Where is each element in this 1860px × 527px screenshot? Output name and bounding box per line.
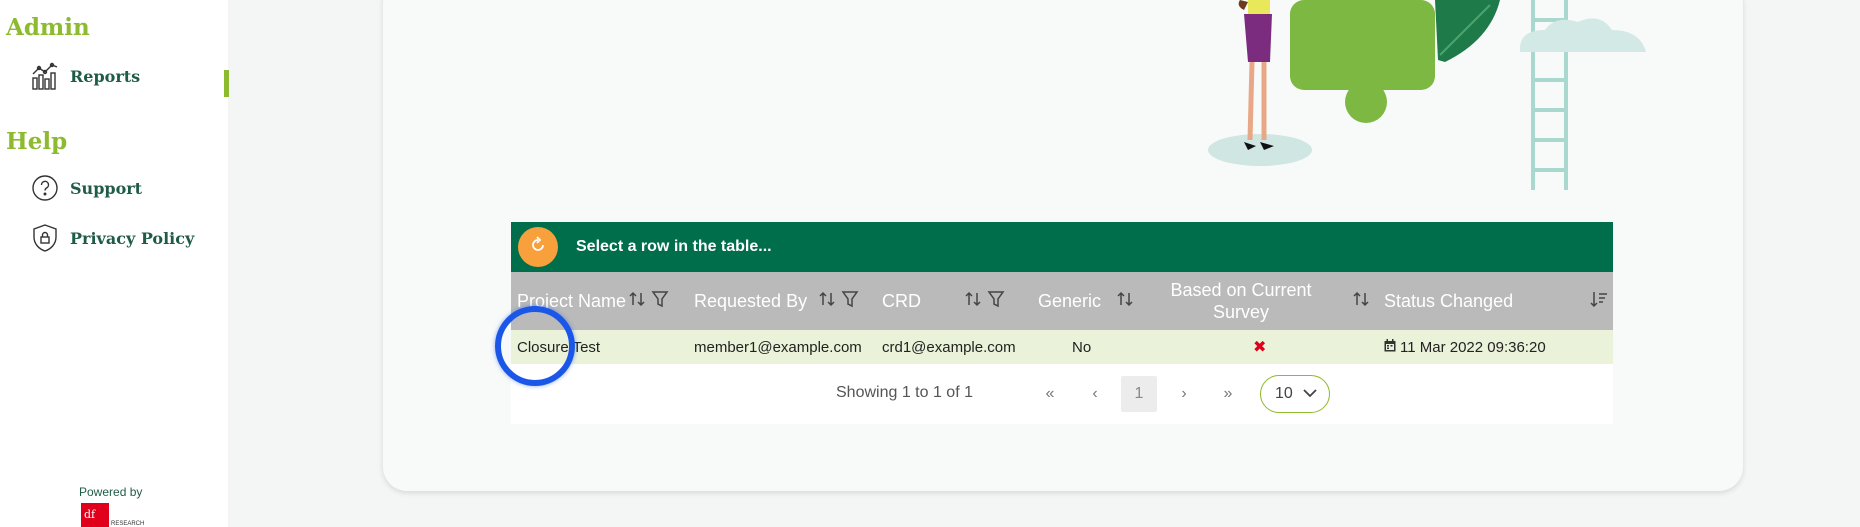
next-page-button[interactable]: ›: [1166, 376, 1202, 412]
cell-requested-by: member1@example.com: [694, 338, 862, 356]
admin-section-title: Admin: [6, 14, 90, 41]
status-changed-value: 11 Mar 2022 09:36:20: [1400, 338, 1546, 356]
sort-icon[interactable]: [627, 289, 647, 314]
cell-status-changed: 11 Mar 2022 09:36:20: [1384, 330, 1546, 364]
column-label: Requested By: [694, 290, 808, 311]
refresh-icon: [528, 235, 548, 260]
sidebar: Admin Reports Help Support Privacy Polic…: [0, 0, 229, 527]
sidebar-item-label: Reports: [70, 66, 141, 86]
sidebar-item-label: Privacy Policy: [70, 228, 195, 248]
click-indicator: [495, 306, 575, 386]
filter-icon[interactable]: [841, 289, 859, 314]
page-size-value: 10: [1275, 385, 1293, 402]
calendar-icon: [1384, 338, 1396, 356]
column-label: Generic: [1038, 290, 1102, 311]
reports-chart-icon: [30, 61, 60, 91]
last-page-button[interactable]: »: [1210, 376, 1246, 412]
pagination-bar: Showing 1 to 1 of 1 « ‹ 1 › » 10: [511, 364, 1613, 424]
table-row[interactable]: Closure Test member1@example.com crd1@ex…: [511, 330, 1613, 364]
chevron-down-icon: [1303, 385, 1317, 403]
sort-descending-icon[interactable]: [1589, 289, 1609, 314]
cell-crd: crd1@example.com: [882, 338, 1016, 356]
table-toolbar: Select a row in the table...: [511, 222, 1613, 272]
sort-icon[interactable]: [1351, 289, 1371, 314]
cell-generic: No: [1072, 338, 1092, 356]
sidebar-item-label: Support: [70, 178, 143, 198]
shield-lock-icon: [30, 223, 60, 253]
help-section-title: Help: [6, 128, 68, 155]
page-button-current[interactable]: 1: [1121, 376, 1157, 412]
cell-based-on-current-survey: ✖: [1253, 339, 1267, 356]
filter-icon[interactable]: [651, 289, 669, 314]
column-header-row: Project Name Requested By CRD Generic Ba…: [511, 272, 1613, 330]
page-size-select[interactable]: 10: [1260, 375, 1330, 413]
column-header-crd[interactable]: CRD: [882, 272, 921, 330]
refresh-button[interactable]: [518, 227, 558, 267]
sidebar-item-support[interactable]: Support: [30, 170, 142, 206]
pagination-summary: Showing 1 to 1 of 1: [836, 384, 973, 401]
sidebar-item-privacy-policy[interactable]: Privacy Policy: [30, 220, 194, 256]
column-label: Status Changed: [1384, 290, 1514, 311]
filter-icon[interactable]: [987, 289, 1005, 314]
sort-icon[interactable]: [963, 289, 983, 314]
question-circle-icon: [30, 173, 60, 203]
column-header-generic[interactable]: Generic: [1038, 272, 1101, 330]
active-indicator: [224, 70, 229, 97]
first-page-button[interactable]: «: [1032, 376, 1068, 412]
column-header-status-changed[interactable]: Status Changed: [1384, 272, 1513, 330]
sidebar-item-reports[interactable]: Reports: [30, 58, 140, 94]
table-header-message: Select a row in the table...: [576, 238, 772, 255]
prev-page-button[interactable]: ‹: [1077, 376, 1113, 412]
column-header-based-on-current-survey[interactable]: Based on Current Survey: [1161, 272, 1321, 330]
powered-by-text: Powered by: [79, 485, 143, 499]
column-label: CRD: [882, 290, 921, 311]
decorative-illustration: [1208, 0, 1646, 190]
projects-table: Select a row in the table... Project Nam…: [511, 222, 1613, 424]
column-header-requested-by[interactable]: Requested By: [694, 272, 807, 330]
brand-logo-subtext: RESEARCH: [111, 521, 145, 527]
brand-logo: df: [81, 503, 109, 527]
column-label: Based on Current Survey: [1170, 280, 1312, 322]
sort-icon[interactable]: [817, 289, 837, 314]
sort-icon[interactable]: [1115, 289, 1135, 314]
